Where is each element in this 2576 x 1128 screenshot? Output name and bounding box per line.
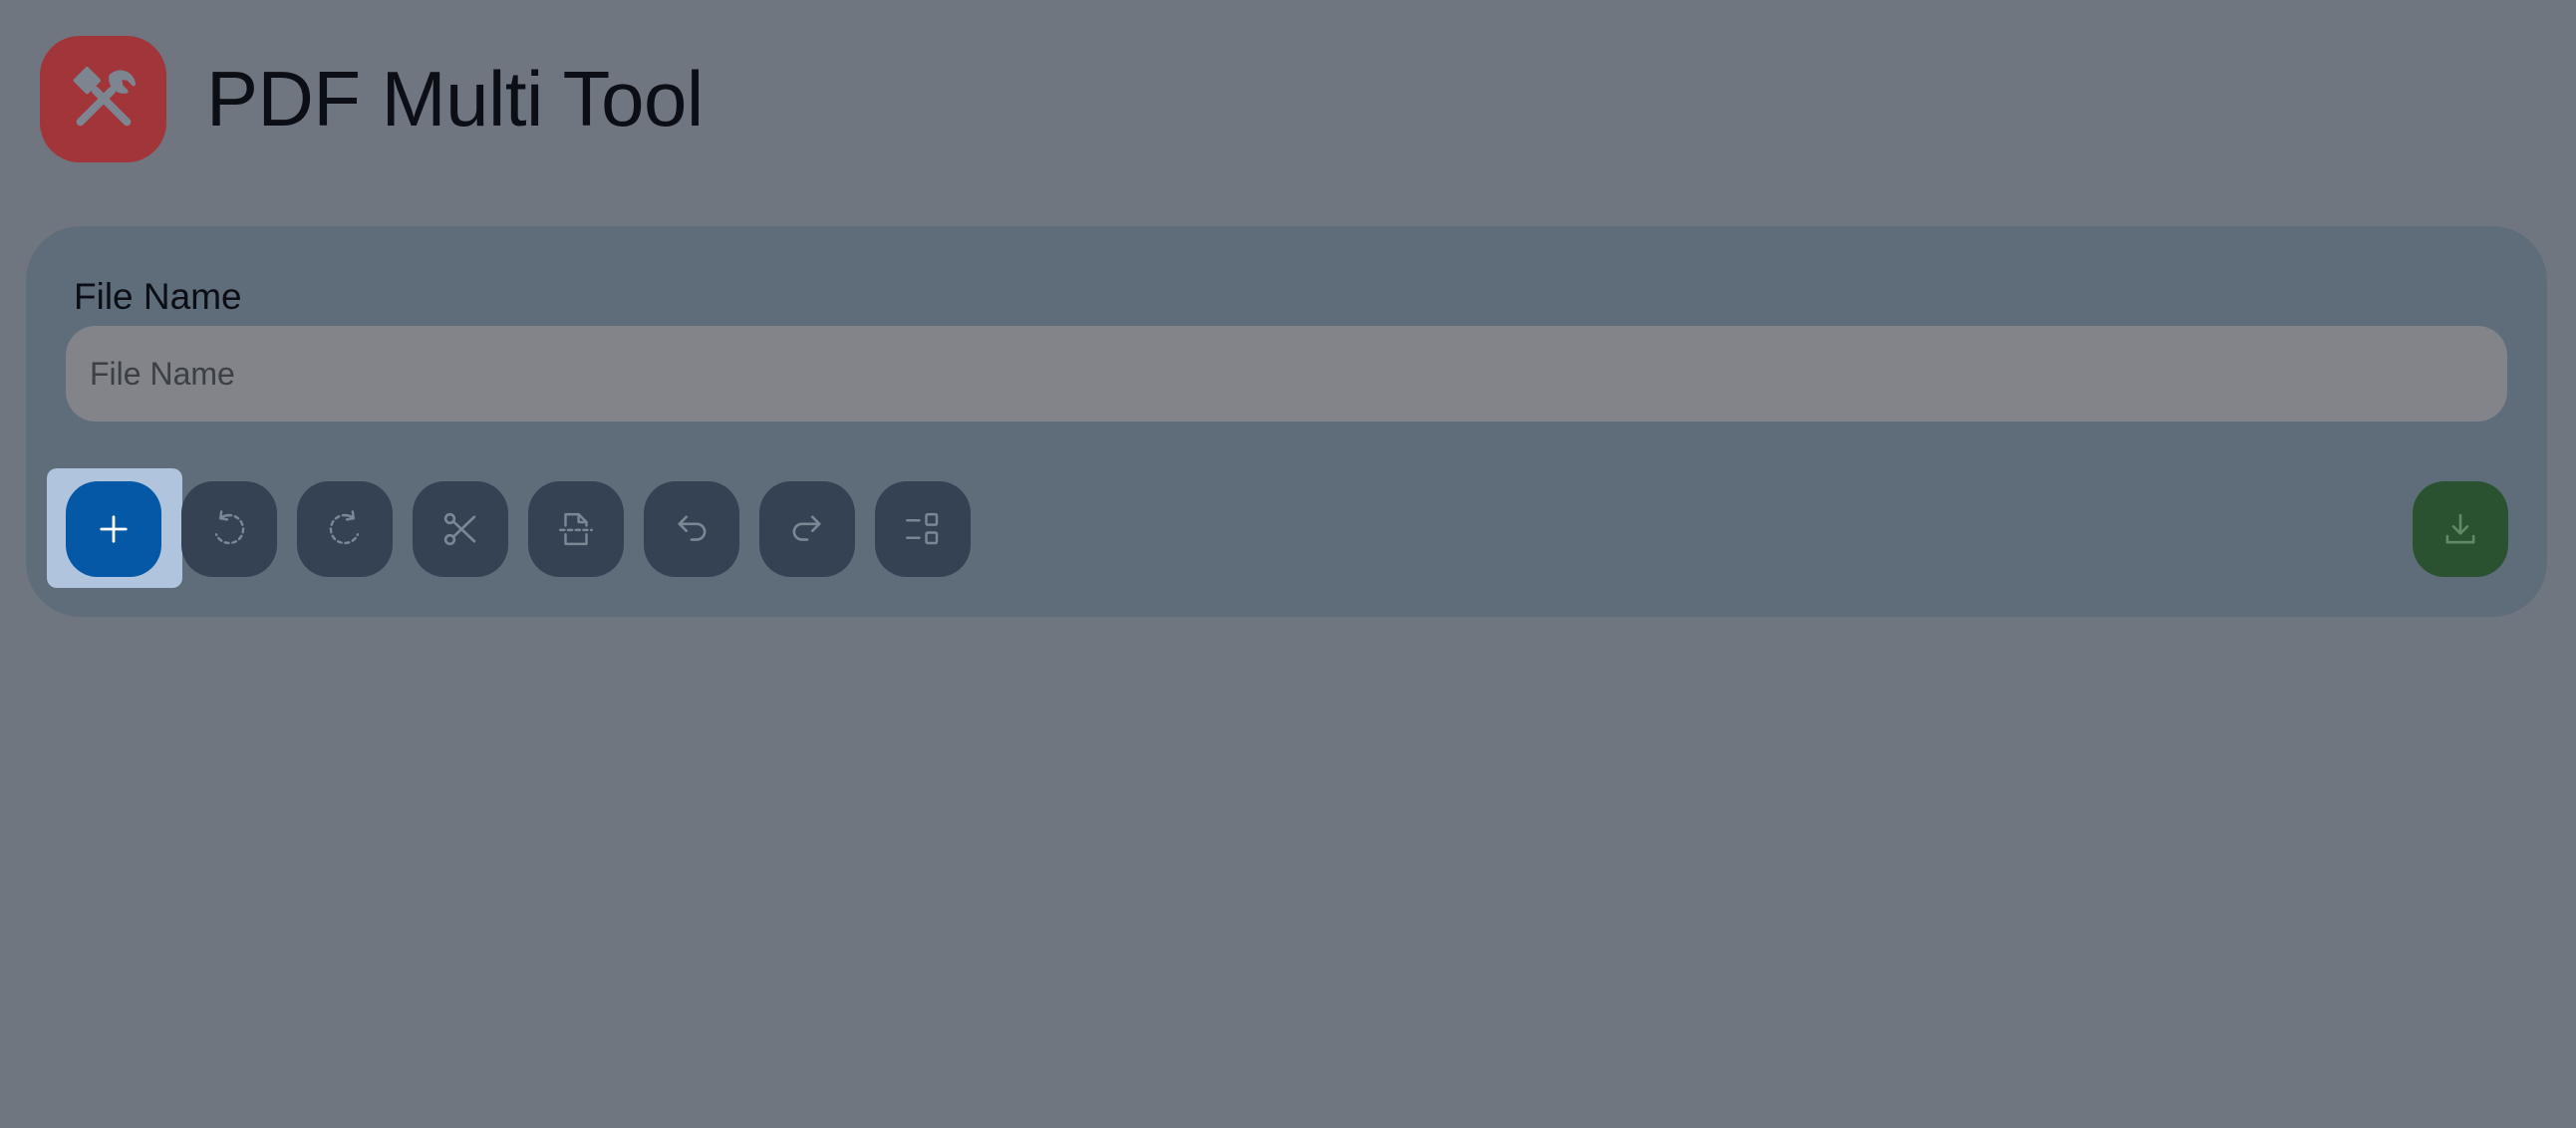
download-button[interactable] [2413,481,2508,577]
editor-panel: File Name [26,226,2547,617]
split-button[interactable] [413,481,508,577]
select-list-icon [906,512,939,545]
app-header: PDF Multi Tool [40,35,704,162]
rotate-left-button[interactable] [181,481,277,577]
redo-icon [792,515,821,541]
file-name-label: File Name [74,276,242,317]
redo-button[interactable] [759,481,855,577]
app-logo [40,35,166,162]
undo-icon [678,515,707,541]
tools-icon [73,67,136,127]
page-split-button[interactable] [528,481,624,577]
rotate-left-icon [214,510,245,545]
rotate-right-icon [329,510,360,545]
undo-button[interactable] [644,481,739,577]
page-split-icon [559,512,593,546]
scissors-icon [443,512,476,546]
app-title: PDF Multi Tool [206,55,704,142]
select-mode-button[interactable] [875,481,971,577]
add-file-button[interactable] [66,481,161,577]
file-name-input[interactable] [66,326,2507,422]
rotate-right-button[interactable] [297,481,393,577]
plus-icon [100,515,128,543]
download-icon [2445,513,2475,544]
